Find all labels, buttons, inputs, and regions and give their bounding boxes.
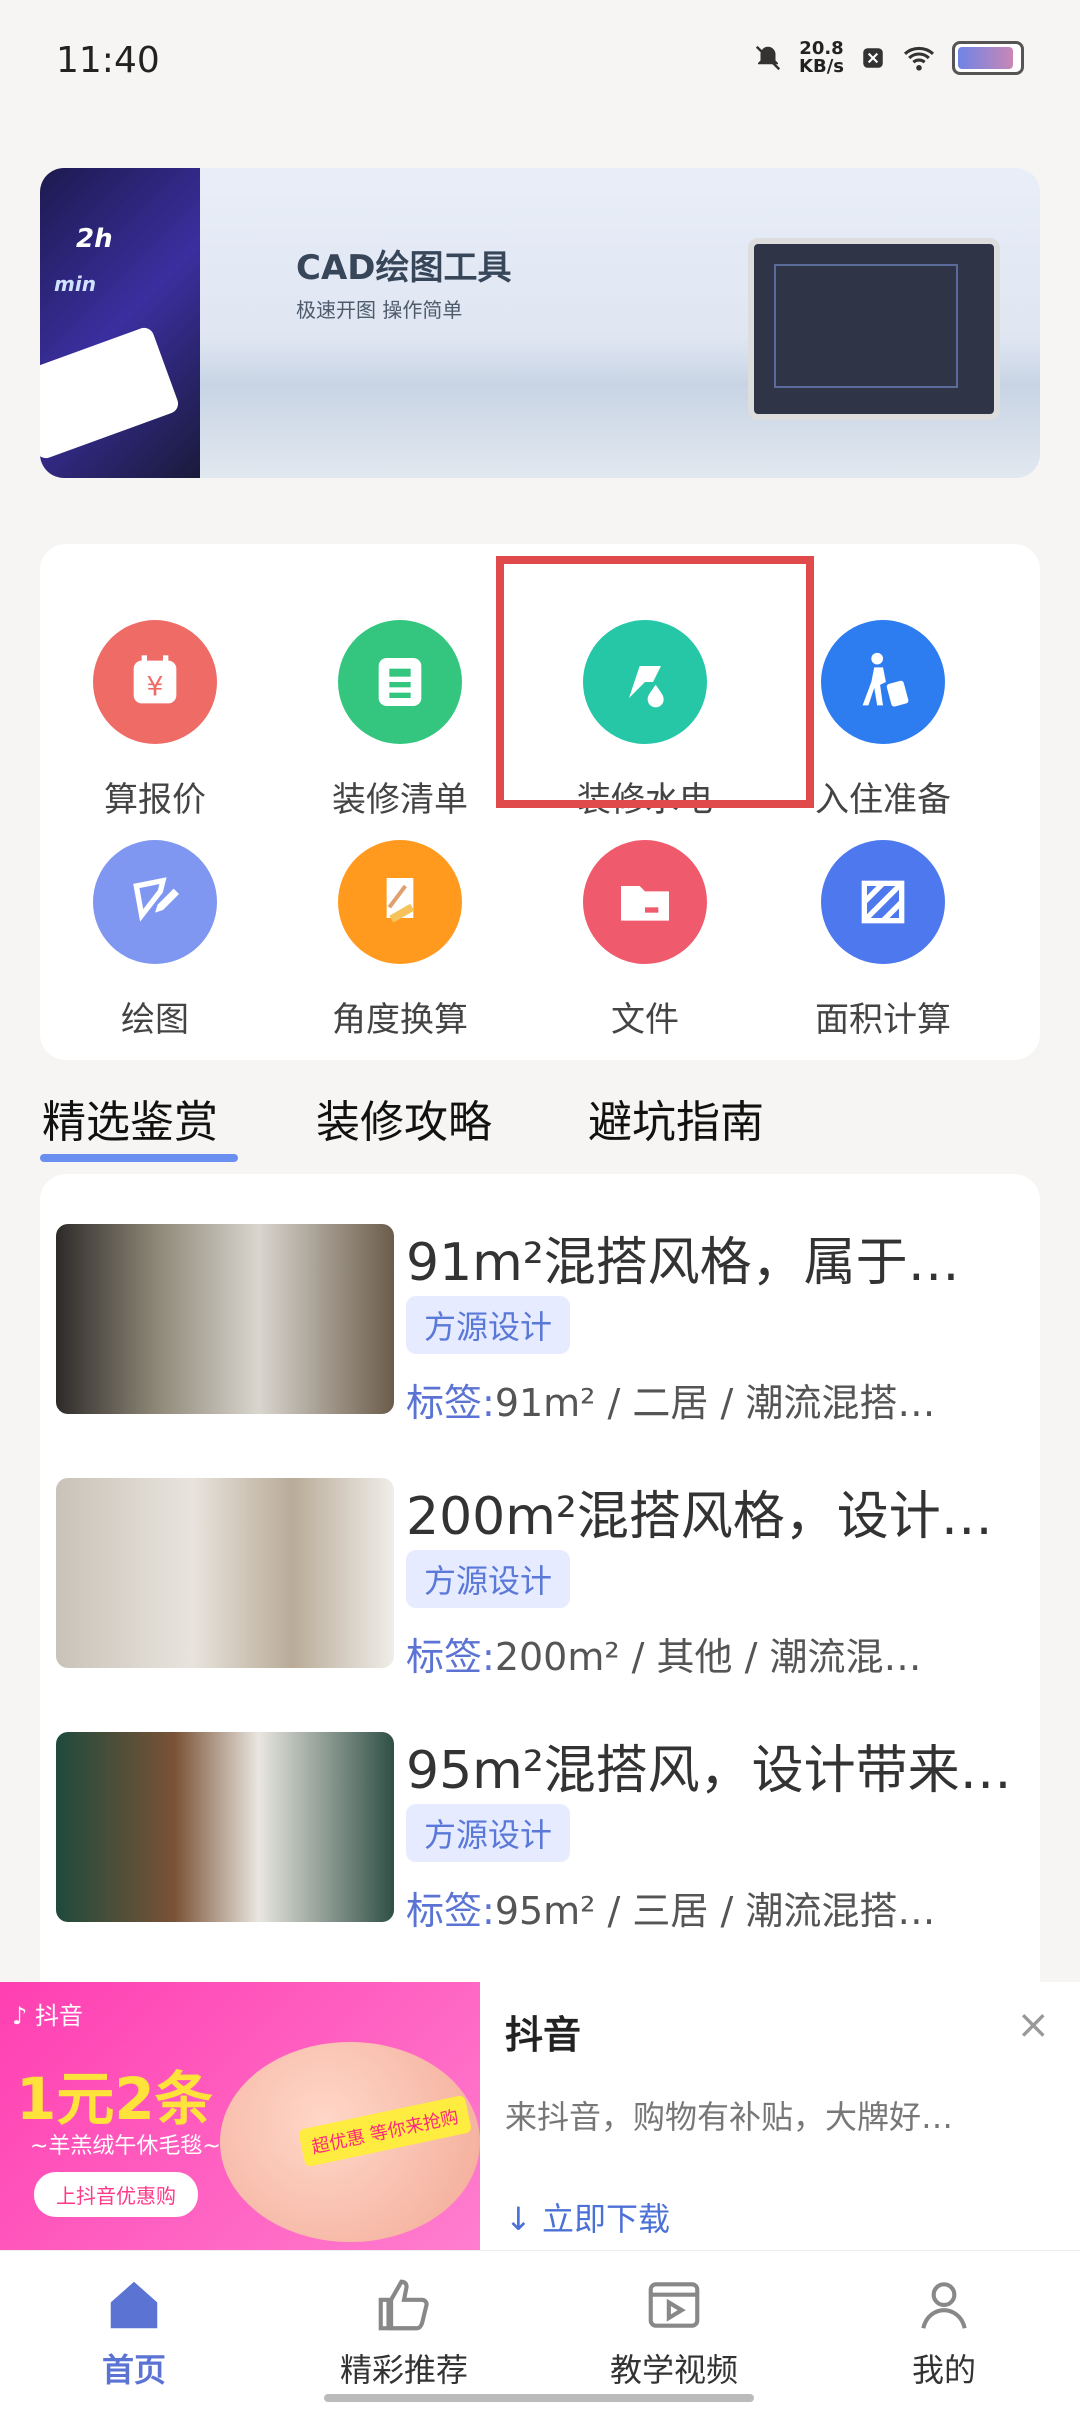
angle-ruler-icon <box>338 840 462 964</box>
tags-key: 标签: <box>406 1381 495 1425</box>
tool-area-calc-label: 面积计算 <box>815 1000 951 1040</box>
drawing-pen-icon <box>93 840 217 964</box>
nav-videos[interactable]: 教学视频 <box>574 2269 774 2391</box>
article-tags: 标签:95m² / 三居 / 潮流混搭… <box>406 1880 935 1935</box>
active-tab-indicator <box>40 1154 238 1162</box>
status-bar: 11:40 20.8 KB/s <box>0 0 1080 130</box>
article-tags: 标签:200m² / 其他 / 潮流混… <box>406 1626 922 1681</box>
article-tag: 方源设计 <box>406 1804 571 1862</box>
profile-icon <box>844 2269 1044 2341</box>
tool-angle-convert[interactable]: 角度换算 <box>285 840 515 1060</box>
network-rate: 20.8 KB/s <box>799 40 844 76</box>
article-title: 200m²混搭风格，设计… <box>406 1487 993 1547</box>
tool-renovation-list[interactable]: 装修清单 <box>285 620 515 840</box>
home-icon <box>34 2269 234 2341</box>
status-icons: 20.8 KB/s <box>753 40 1024 76</box>
article-title: 95m²混搭风，设计带来… <box>406 1741 1012 1801</box>
article-thumbnail <box>56 1478 394 1668</box>
tags-key: 标签: <box>406 1635 495 1679</box>
tags-value: 200m² / 其他 / 潮流混… <box>494 1635 922 1679</box>
article-tag: 方源设计 <box>406 1550 571 1608</box>
ad-description: 来抖音，购物有补贴，大牌好… <box>505 2098 954 2136</box>
banner-prev-slide[interactable]: 2h min <box>40 168 200 478</box>
bottom-nav: 首页 精彩推荐 教学视频 我的 <box>0 2250 1080 2409</box>
promo-banner[interactable]: 2h min CAD绘图工具 极速开图 操作简单 <box>40 168 1040 478</box>
article-tag: 方源设计 <box>406 1296 571 1354</box>
banner-main-slide[interactable]: CAD绘图工具 极速开图 操作简单 <box>200 168 1040 478</box>
wifi-icon <box>903 46 935 71</box>
video-icon <box>574 2269 774 2341</box>
list-item[interactable]: 200m²混搭风格，设计… 方源设计 标签:200m² / 其他 / 潮流混… <box>56 1478 1026 1698</box>
mute-bell-icon <box>755 45 781 71</box>
status-time: 11:40 <box>56 40 160 81</box>
ad-line: ~羊羔绒午休毛毯~ <box>30 2134 221 2159</box>
move-in-luggage-icon <box>821 620 945 744</box>
tool-quote[interactable]: ¥ 算报价 <box>40 620 270 840</box>
nav-profile-label: 我的 <box>911 2351 976 2389</box>
nav-videos-label: 教学视频 <box>609 2351 738 2389</box>
tool-quote-label: 算报价 <box>104 780 206 820</box>
blueprint-paper-image <box>40 325 181 461</box>
monitor-image <box>748 238 1000 420</box>
home-indicator <box>324 2394 754 2402</box>
tab-guides[interactable]: 装修攻略 <box>316 1086 492 1150</box>
ad-brand-label: 抖音 <box>34 2002 83 2030</box>
sim-off-icon <box>863 48 883 68</box>
list-document-icon <box>338 620 462 744</box>
nav-recommend-label: 精彩推荐 <box>339 2351 468 2389</box>
ad-banner[interactable]: ♪ 抖音 1元2条 ~羊羔绒午休毛毯~ 上抖音优惠购 超优惠 等你来抢购 抖音 … <box>0 1982 1080 2252</box>
nav-home-label: 首页 <box>101 2351 166 2389</box>
tool-files[interactable]: 文件 <box>530 840 760 1060</box>
ad-brand: ♪ 抖音 <box>12 2002 83 2030</box>
article-tags: 标签:91m² / 二居 / 潮流混搭… <box>406 1372 935 1427</box>
close-icon[interactable]: × <box>1016 2002 1050 2048</box>
tool-files-label: 文件 <box>611 1000 679 1040</box>
article-title: 91m²混搭风格，属于… <box>406 1233 960 1293</box>
banner-badge-2h: 2h <box>76 224 113 254</box>
content-tabs: 精选鉴赏 装修攻略 避坑指南 <box>40 1080 1040 1170</box>
thumbs-up-icon <box>304 2269 504 2341</box>
article-thumbnail <box>56 1224 394 1414</box>
tool-angle-convert-label: 角度换算 <box>332 1000 468 1040</box>
ad-pill: 上抖音优惠购 <box>34 2172 198 2217</box>
ad-image[interactable]: ♪ 抖音 1元2条 ~羊羔绒午休毛毯~ 上抖音优惠购 超优惠 等你来抢购 <box>0 1982 480 2252</box>
tags-value: 91m² / 二居 / 潮流混搭… <box>494 1381 936 1425</box>
tab-pitfalls[interactable]: 避坑指南 <box>588 1086 764 1150</box>
area-frame-icon <box>821 840 945 964</box>
banner-title: CAD绘图工具 <box>296 248 512 288</box>
highlight-box <box>496 556 814 808</box>
banner-badge-min: min <box>54 272 96 296</box>
tab-featured[interactable]: 精选鉴赏 <box>42 1086 218 1150</box>
banner-subtitle: 极速开图 操作简单 <box>296 298 463 322</box>
article-list: 91m²混搭风格，属于… 方源设计 标签:91m² / 二居 / 潮流混搭… 2… <box>40 1174 1040 1994</box>
ad-headline: 1元2条 <box>16 2065 213 2133</box>
list-item[interactable]: 95m²混搭风，设计带来… 方源设计 标签:95m² / 三居 / 潮流混搭… <box>56 1732 1026 1952</box>
svg-text:¥: ¥ <box>147 671 164 702</box>
nav-profile[interactable]: 我的 <box>844 2269 1044 2391</box>
ad-name: 抖音 <box>505 2013 582 2057</box>
tags-value: 95m² / 三居 / 潮流混搭… <box>494 1889 936 1933</box>
tool-area-calc[interactable]: 面积计算 <box>768 840 998 1060</box>
tool-drawing-label: 绘图 <box>121 1000 189 1040</box>
download-button[interactable]: ↓ 立即下载 <box>505 2194 670 2240</box>
nav-home[interactable]: 首页 <box>34 2269 234 2391</box>
battery-icon <box>952 41 1024 75</box>
rate-unit: KB/s <box>799 56 844 77</box>
tool-drawing[interactable]: 绘图 <box>40 840 270 1060</box>
tool-renovation-list-label: 装修清单 <box>332 780 468 820</box>
article-thumbnail <box>56 1732 394 1922</box>
calculator-yen-icon: ¥ <box>93 620 217 744</box>
nav-recommend[interactable]: 精彩推荐 <box>304 2269 504 2391</box>
folder-icon <box>583 840 707 964</box>
tags-key: 标签: <box>406 1889 495 1933</box>
list-item[interactable]: 91m²混搭风格，属于… 方源设计 标签:91m² / 二居 / 潮流混搭… <box>56 1224 1026 1444</box>
